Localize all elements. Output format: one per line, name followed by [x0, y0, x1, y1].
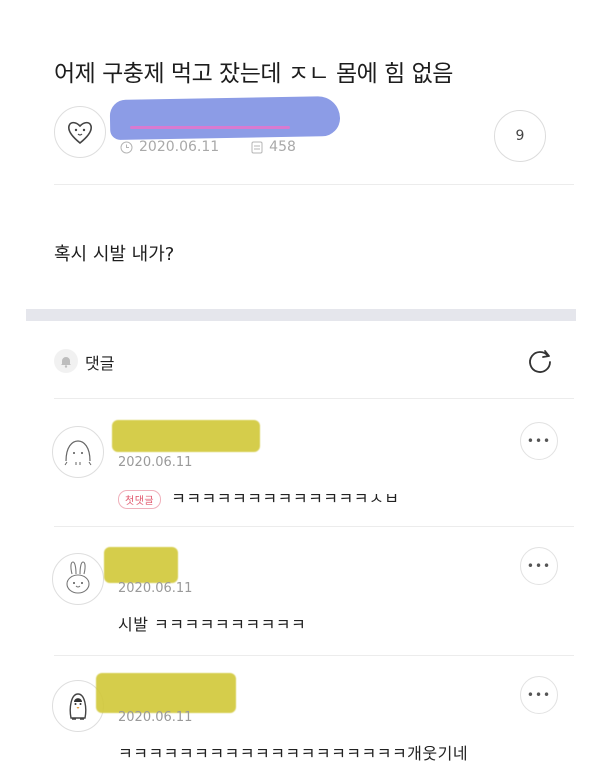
more-options-button[interactable]: •••	[520, 422, 558, 460]
divider	[54, 398, 574, 399]
comments-header: 댓글	[85, 354, 115, 373]
comment-text: 시발 ㅋㅋㅋㅋㅋㅋㅋㅋㅋㅋ	[118, 615, 307, 634]
more-dots-icon: •••	[526, 559, 552, 573]
post-meta: 2020.06.11 458	[120, 139, 296, 155]
commenter-name-redacted	[104, 547, 178, 583]
post-title: 어제 구충제 먹고 잤는데 ㅈㄴ 몸에 힘 없음	[54, 61, 453, 87]
penguin-character-icon	[69, 693, 87, 720]
comment-date: 2020.06.11	[118, 710, 193, 725]
post-body: 혹시 시발 내가?	[54, 244, 175, 265]
comment-date: 2020.06.11	[118, 581, 193, 596]
redaction-stroke	[130, 126, 290, 129]
more-dots-icon: •••	[526, 434, 552, 448]
blob-character-icon	[64, 440, 92, 466]
comment-text-row: 첫댓글 ㅋㅋㅋㅋㅋㅋㅋㅋㅋㅋㅋㅋㅋㅅㅂ	[118, 485, 399, 509]
commenter-name-redacted	[112, 420, 260, 452]
comment-date: 2020.06.11	[118, 455, 193, 470]
commenter-name-redacted	[96, 673, 236, 713]
bunny-character-icon	[66, 561, 90, 594]
commenter-avatar[interactable]	[52, 553, 104, 605]
divider	[54, 184, 574, 185]
commenter-avatar[interactable]	[52, 426, 104, 478]
comment-text: ㅋㅋㅋㅋㅋㅋㅋㅋㅋㅋㅋㅋㅋㅅㅂ	[171, 489, 400, 508]
comment-count-button[interactable]: 9	[494, 110, 546, 162]
comment-text: ㅋㅋㅋㅋㅋㅋㅋㅋㅋㅋㅋㅋㅋㅋㅋㅋㅋㅋㅋ개웃기네	[118, 744, 469, 763]
clock-icon	[120, 141, 133, 153]
views-icon	[251, 141, 263, 153]
more-options-button[interactable]: •••	[520, 547, 558, 585]
divider	[54, 655, 574, 656]
post-date: 2020.06.11	[139, 139, 220, 155]
first-comment-badge: 첫댓글	[118, 490, 162, 509]
section-divider-band	[26, 309, 576, 321]
refresh-icon[interactable]	[526, 347, 554, 375]
heart-face-icon	[67, 121, 93, 145]
more-dots-icon: •••	[526, 688, 552, 702]
more-options-button[interactable]: •••	[520, 676, 558, 714]
divider	[54, 526, 574, 527]
bell-icon[interactable]	[54, 349, 78, 373]
author-avatar[interactable]	[54, 106, 106, 158]
post-views: 458	[269, 139, 296, 155]
author-name-redacted	[109, 95, 341, 141]
